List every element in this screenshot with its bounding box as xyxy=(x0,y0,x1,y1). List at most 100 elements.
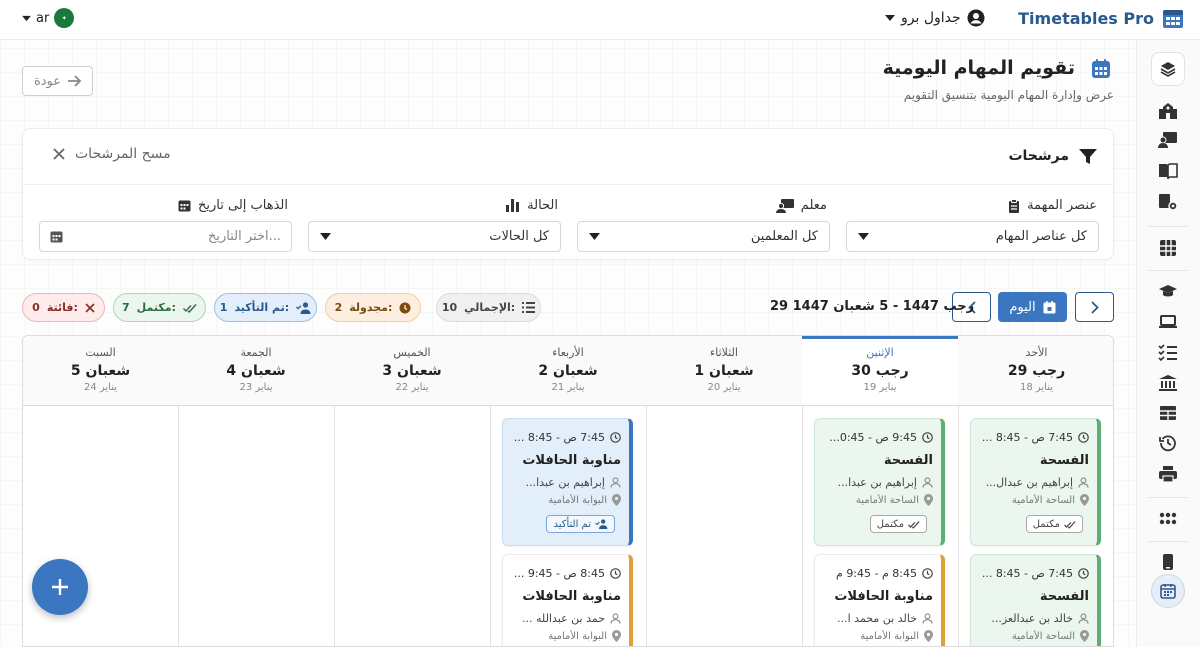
clear-filters-button[interactable]: مسح المرشحات xyxy=(53,146,171,162)
user-icon xyxy=(922,477,933,488)
user-name: جداول برو xyxy=(901,10,961,26)
sidebar-institution-icon[interactable] xyxy=(1157,372,1179,394)
task-card[interactable]: 8:45 ص - 9:45 ... مناوبة الحافلات حمد بن… xyxy=(502,554,633,646)
sidebar xyxy=(1136,40,1200,647)
calendar-icon xyxy=(1090,58,1112,80)
task-element-label: عنصر المهمة xyxy=(1008,198,1097,213)
user-icon xyxy=(1078,477,1089,488)
confirmed-chip: 1 تم التأكيد: xyxy=(214,293,317,322)
completed-chip: 7 مكتمل: xyxy=(113,293,206,322)
location-pin-icon xyxy=(1080,630,1089,642)
user-check-icon xyxy=(595,519,608,529)
clock-icon xyxy=(922,568,933,579)
clock-icon xyxy=(922,432,933,443)
page-title: تقويم المهام اليومية xyxy=(882,57,1075,79)
task-card[interactable]: 8:45 م - 9:45 م مناوبة الحافلات خالد بن … xyxy=(814,554,945,646)
sidebar-print-icon[interactable] xyxy=(1157,463,1179,485)
day-header-monday[interactable]: الإثنين 30 رجب 19 يناير xyxy=(802,336,958,406)
sidebar-layers-icon[interactable] xyxy=(1151,52,1185,86)
sidebar-table-icon[interactable] xyxy=(1157,402,1179,424)
sidebar-graduation-icon[interactable] xyxy=(1157,281,1179,303)
day-header-tuesday[interactable]: الثلاثاء 1 شعبان 20 يناير xyxy=(646,336,802,406)
clipboard-icon xyxy=(1008,198,1020,213)
add-task-button[interactable] xyxy=(32,559,88,615)
bar-chart-icon xyxy=(506,199,520,212)
sidebar-history-icon[interactable] xyxy=(1157,432,1179,454)
sidebar-settings-list-icon[interactable] xyxy=(1157,191,1179,213)
today-button[interactable]: اليوم xyxy=(998,292,1067,322)
chevron-right-icon xyxy=(1090,300,1099,314)
next-week-button[interactable] xyxy=(1075,292,1114,322)
calendar-small-icon xyxy=(50,230,63,243)
task-card[interactable]: 9:45 ص - 0:45... الفسحة إبراهيم بن عبدا.… xyxy=(814,418,945,546)
back-label: عودة xyxy=(33,73,62,89)
week-calendar: الأحد 29 رجب 18 يناير الإثنين 30 رجب 19 … xyxy=(22,335,1114,647)
day-header-wednesday[interactable]: الأربعاء 2 شعبان 21 يناير xyxy=(490,336,646,406)
list-icon xyxy=(522,302,536,313)
double-check-icon xyxy=(908,520,920,529)
language-code: ar xyxy=(36,10,50,26)
teacher-select[interactable]: كل المعلمين xyxy=(577,221,830,252)
clock-icon xyxy=(399,302,411,314)
sidebar-grid-icon[interactable] xyxy=(1157,237,1179,259)
sidebar-mobile-icon[interactable] xyxy=(1157,551,1179,573)
calendar-day-icon xyxy=(1043,300,1056,314)
task-element-select[interactable]: كل عناصر المهام xyxy=(846,221,1099,252)
status-badge: مكتمل xyxy=(869,515,927,533)
day-header-saturday[interactable]: السبت 5 شعبان 24 يناير xyxy=(23,336,178,406)
back-button[interactable]: عودة xyxy=(22,66,93,96)
sidebar-laptop-icon[interactable] xyxy=(1157,311,1179,333)
user-circle-icon xyxy=(967,9,985,27)
plus-icon xyxy=(50,577,70,597)
arrow-right-icon xyxy=(67,75,82,87)
teacher-label: معلم xyxy=(775,198,827,213)
missed-chip: 0 فائتة: xyxy=(22,293,105,322)
close-icon xyxy=(53,148,65,160)
status-select[interactable]: كل الحالات xyxy=(308,221,561,252)
sidebar-checklist-icon[interactable] xyxy=(1157,341,1179,363)
task-card[interactable]: 7:45 ص - 8:45 ... الفسحة خالد بن عبدالعز… xyxy=(970,554,1101,646)
dropdown-caret-icon xyxy=(885,14,895,22)
sidebar-book-icon[interactable] xyxy=(1157,160,1179,182)
user-icon xyxy=(610,613,621,624)
calendar-small-icon xyxy=(178,199,191,212)
task-card[interactable]: 7:45 ص - 8:45 ... مناوبة الحافلات إبراهي… xyxy=(502,418,633,546)
today-label: اليوم xyxy=(1009,299,1036,315)
app-name: Timetables Pro xyxy=(1018,8,1154,28)
caret-down-icon xyxy=(320,233,331,240)
page-subtitle: عرض وإدارة المهام اليومية بتنسيق التقويم xyxy=(903,88,1114,102)
double-check-icon xyxy=(1064,520,1076,529)
clear-filters-label: مسح المرشحات xyxy=(75,146,171,162)
location-pin-icon xyxy=(924,630,933,642)
timetable-logo-icon xyxy=(1162,7,1184,29)
task-card[interactable]: 7:45 ص - 8:45 ... الفسحة إبراهيم بن عبدا… xyxy=(970,418,1101,546)
day-header-friday[interactable]: الجمعة 4 شعبان 23 يناير xyxy=(178,336,334,406)
go-to-date-input[interactable]: اختر التاريخ... xyxy=(39,221,292,252)
teacher-value: كل المعلمين xyxy=(750,229,818,244)
language-menu[interactable]: ar ✦ xyxy=(22,6,75,30)
sidebar-teacher-icon[interactable] xyxy=(1157,129,1179,151)
clock-icon xyxy=(610,568,621,579)
sidebar-apps-icon[interactable] xyxy=(1157,508,1179,530)
day-header-thursday[interactable]: الخميس 3 شعبان 22 يناير xyxy=(334,336,490,406)
close-icon xyxy=(85,302,95,313)
user-menu[interactable]: جداول برو xyxy=(885,6,985,30)
brand[interactable]: Timetables Pro xyxy=(1018,6,1184,30)
caret-down-icon xyxy=(589,233,600,240)
user-icon xyxy=(1078,613,1089,624)
user-check-icon xyxy=(296,301,311,314)
user-icon xyxy=(610,477,621,488)
filters-card: مرشحات مسح المرشحات عنصر المهمة كل عناصر… xyxy=(22,128,1114,260)
status-badge: تم التأكيد xyxy=(546,515,615,533)
saudi-flag-icon: ✦ xyxy=(54,8,75,28)
filter-funnel-icon xyxy=(1079,149,1097,165)
filters-title: مرشحات xyxy=(1008,148,1069,164)
clock-icon xyxy=(1078,568,1089,579)
day-header-sunday[interactable]: الأحد 29 رجب 18 يناير xyxy=(958,336,1113,406)
location-pin-icon xyxy=(924,494,933,506)
sidebar-calendar-icon[interactable] xyxy=(1151,574,1185,608)
dropdown-caret-icon xyxy=(22,15,31,22)
sidebar-school-icon[interactable] xyxy=(1157,100,1179,122)
date-range: 29 رجب 1447 - 5 شعبان 1447 xyxy=(770,299,975,314)
total-chip: 10 الإجمالي: xyxy=(436,293,541,322)
